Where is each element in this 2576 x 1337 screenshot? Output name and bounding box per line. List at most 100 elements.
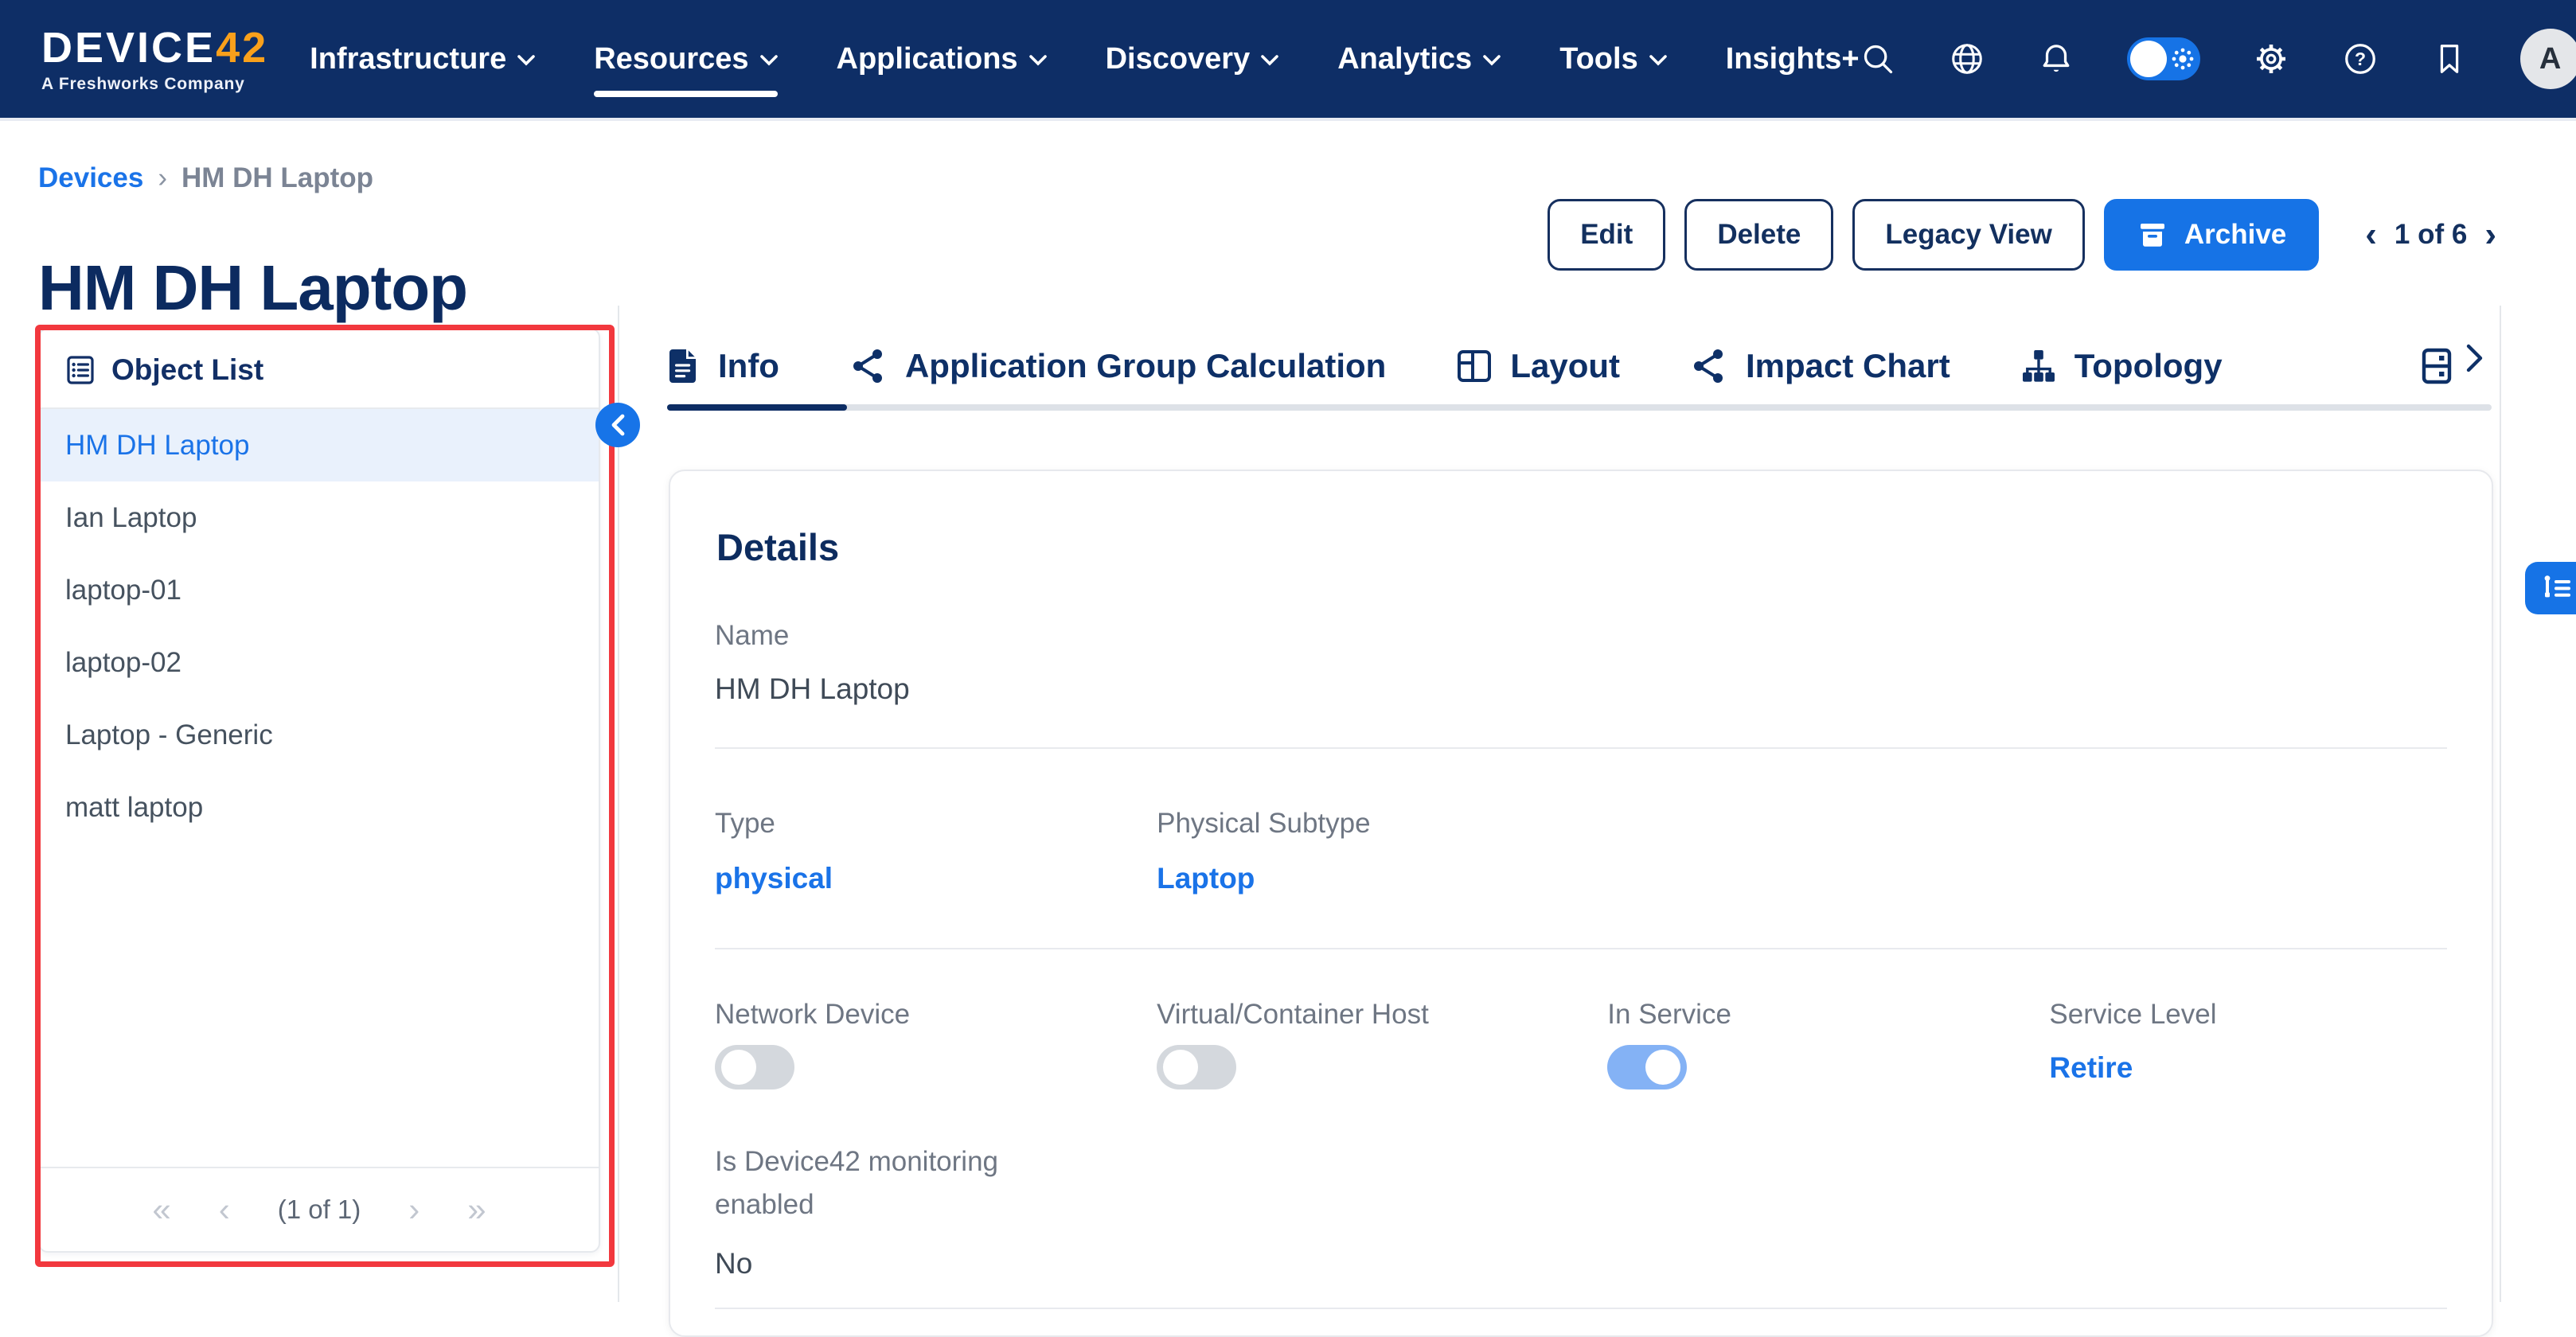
list-item-ian-laptop[interactable]: Ian Laptop — [40, 481, 599, 554]
field-name: Name HM DH Laptop — [715, 620, 2447, 706]
theme-toggle[interactable] — [2127, 37, 2200, 80]
in-service-toggle[interactable] — [1607, 1045, 1687, 1089]
user-avatar[interactable]: A — [2520, 29, 2576, 89]
archive-button[interactable]: Archive — [2104, 199, 2319, 271]
record-pager: ‹ 1 of 6 › — [2365, 217, 2496, 252]
prev-page-icon[interactable]: ‹ — [219, 1193, 230, 1226]
first-page-icon[interactable]: « — [152, 1193, 170, 1226]
type-value-link[interactable]: physical — [715, 862, 1157, 895]
field-network-device: Network Device — [715, 999, 1157, 1089]
network-device-toggle[interactable] — [715, 1045, 794, 1089]
nav-item-tools[interactable]: Tools — [1559, 42, 1667, 76]
device42-logo[interactable]: DEVICE42 A Freshworks Company — [41, 26, 268, 92]
archive-box-icon — [2137, 219, 2168, 251]
help-icon[interactable]: ? — [2342, 41, 2379, 77]
service-level-value-link[interactable]: Retire — [2049, 1051, 2447, 1085]
brand-text: DEVICE42 — [41, 26, 268, 69]
details-card: Details Name HM DH Laptop Type physical … — [669, 470, 2493, 1337]
breadcrumb-devices-link[interactable]: Devices — [38, 162, 143, 194]
object-list-title: Object List — [111, 353, 263, 387]
page-title: HM DH Laptop — [38, 251, 467, 325]
collapse-sidebar-button[interactable] — [595, 403, 640, 447]
object-list-panel: Object List HM DH Laptop Ian Laptop lapt… — [38, 328, 600, 1253]
type-row: Type physical Physical Subtype Laptop — [715, 808, 2447, 895]
chevron-down-icon — [1261, 55, 1278, 66]
field-type: Type physical — [715, 808, 1157, 895]
tab-label: Info — [718, 347, 779, 385]
tabs-scroll-right-icon[interactable] — [2465, 344, 2484, 379]
notifications-bell-icon[interactable] — [2038, 41, 2074, 77]
list-item-hm-dh-laptop[interactable]: HM DH Laptop — [40, 409, 599, 481]
field-monitoring: Is Device42 monitoring enabled No — [715, 1140, 2447, 1280]
top-nav-bar: DEVICE42 A Freshworks Company Infrastruc… — [0, 0, 2576, 121]
tabs-underline-track — [667, 404, 2492, 411]
tab-info[interactable]: Info — [667, 347, 779, 385]
globe-icon[interactable] — [1949, 41, 1985, 77]
share-network-icon — [1690, 347, 1728, 385]
tab-application-group-calculation[interactable]: Application Group Calculation — [849, 347, 1386, 385]
type-label: Type — [715, 808, 1157, 840]
monitoring-value: No — [715, 1247, 2447, 1280]
divider — [715, 948, 2447, 949]
divider — [715, 747, 2447, 749]
physical-subtype-value-link[interactable]: Laptop — [1157, 862, 1607, 895]
legacy-view-button[interactable]: Legacy View — [1852, 199, 2084, 271]
nav-item-analytics[interactable]: Analytics — [1337, 42, 1501, 76]
pager-next-icon[interactable]: › — [2484, 217, 2496, 252]
object-list-pagination: « ‹ (1 of 1) › » — [40, 1167, 599, 1251]
field-in-service: In Service — [1607, 999, 2049, 1089]
archive-label: Archive — [2184, 219, 2286, 251]
tab-label: Layout — [1510, 347, 1620, 385]
tab-topology[interactable]: Topology — [2020, 347, 2223, 385]
field-service-level: Service Level Retire — [2049, 999, 2447, 1089]
nav-item-resources[interactable]: Resources — [594, 42, 777, 76]
network-device-label: Network Device — [715, 999, 1157, 1031]
chevron-down-icon — [1649, 55, 1667, 66]
svg-text:?: ? — [2355, 49, 2366, 69]
tab-rack[interactable] — [2420, 347, 2453, 385]
list-item-laptop-generic[interactable]: Laptop - Generic — [40, 699, 599, 771]
main-nav: Infrastructure Resources Applications Di… — [310, 42, 1859, 76]
details-heading: Details — [716, 525, 2447, 569]
tab-label: Topology — [2074, 347, 2223, 385]
name-value: HM DH Laptop — [715, 672, 2447, 706]
left-panel-separator — [618, 306, 619, 1302]
chevron-down-icon — [1029, 55, 1047, 66]
last-page-icon[interactable]: » — [467, 1193, 486, 1226]
avatar-initial: A — [2539, 42, 2561, 76]
object-list-header: Object List — [40, 329, 599, 409]
list-item-laptop-01[interactable]: laptop-01 — [40, 554, 599, 626]
service-level-label: Service Level — [2049, 999, 2447, 1031]
nav-item-infrastructure[interactable]: Infrastructure — [310, 42, 535, 76]
nav-item-insights[interactable]: Insights+ — [1726, 42, 1860, 76]
list-item-laptop-02[interactable]: laptop-02 — [40, 626, 599, 699]
bookmark-icon[interactable] — [2431, 41, 2468, 77]
brand-subtitle: A Freshworks Company — [41, 76, 268, 92]
search-icon[interactable] — [1860, 41, 1896, 77]
delete-button[interactable]: Delete — [1684, 199, 1833, 271]
sun-icon — [2170, 46, 2195, 72]
edit-button[interactable]: Edit — [1548, 199, 1665, 271]
nav-item-applications[interactable]: Applications — [837, 42, 1047, 76]
topbar-icon-group: ? A — [1860, 29, 2576, 89]
divider — [715, 1308, 2447, 1309]
field-physical-subtype: Physical Subtype Laptop — [1157, 808, 1607, 895]
in-service-label: In Service — [1607, 999, 2049, 1031]
layout-icon — [1456, 348, 1493, 384]
rack-icon — [2420, 347, 2453, 385]
flags-row: Network Device Virtual/Container Host In… — [715, 999, 2447, 1089]
theme-toggle-knob — [2130, 41, 2167, 77]
nav-label: Applications — [837, 42, 1018, 76]
pager-prev-icon[interactable]: ‹ — [2365, 217, 2377, 252]
monitoring-label: Is Device42 monitoring enabled — [715, 1140, 1049, 1226]
next-page-icon[interactable]: › — [408, 1193, 420, 1226]
open-tree-panel-button[interactable] — [2525, 562, 2576, 614]
virtual-host-toggle[interactable] — [1157, 1045, 1236, 1089]
tab-impact-chart[interactable]: Impact Chart — [1690, 347, 1950, 385]
object-list-icon — [65, 355, 96, 385]
list-item-matt-laptop[interactable]: matt laptop — [40, 771, 599, 844]
tabs-active-underline — [667, 404, 847, 411]
tab-layout[interactable]: Layout — [1456, 347, 1620, 385]
nav-item-discovery[interactable]: Discovery — [1106, 42, 1279, 76]
settings-gear-icon[interactable] — [2253, 41, 2289, 77]
